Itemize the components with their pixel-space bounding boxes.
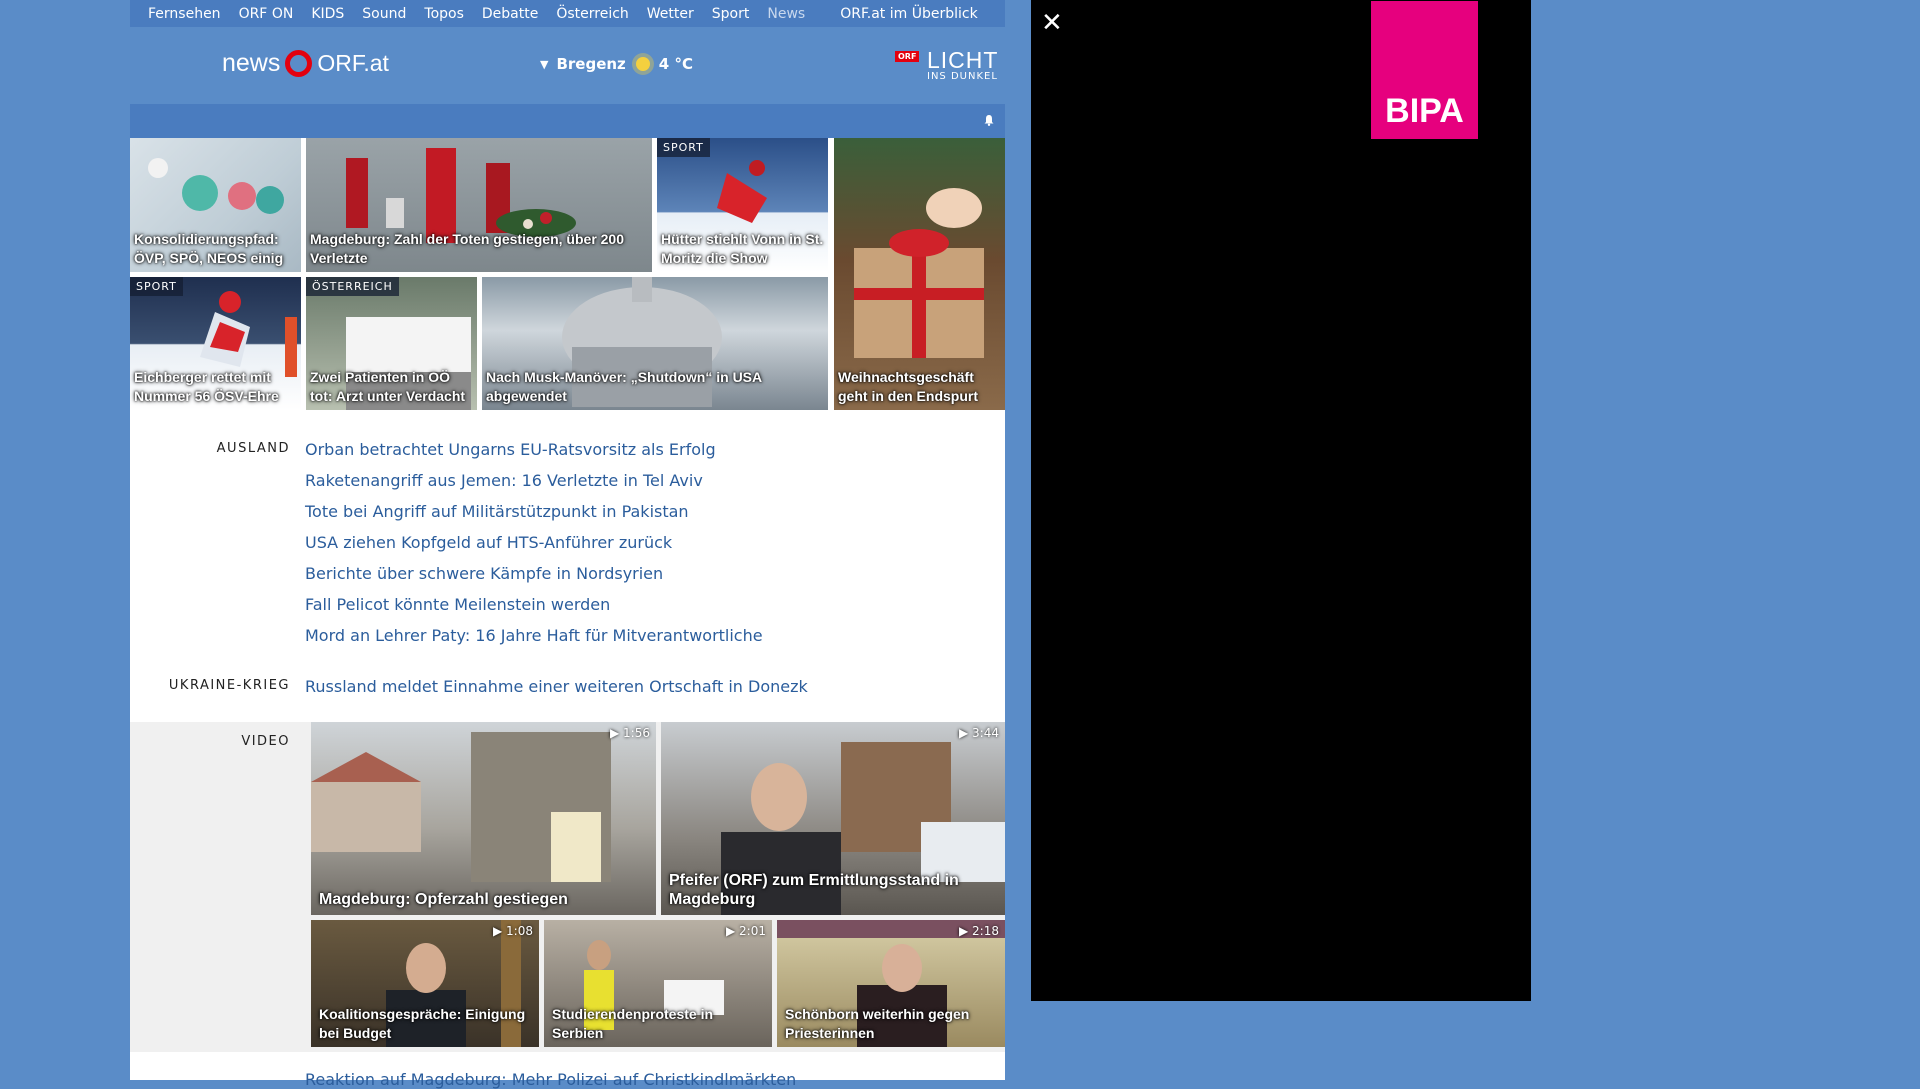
teaser-caption: Hütter stiehlt Vonn in St. Moritz die Sh… [661, 231, 824, 266]
licht-ins-dunkel-logo[interactable]: ORF LICHT INS DUNKEL [895, 47, 1005, 87]
video-caption: Studierendenproteste in Serbien [552, 1006, 714, 1041]
teaser-tile[interactable]: SPORT Eichberger rettet mit Nummer 56 ÖS… [130, 277, 301, 410]
teaser-tile[interactable]: Weihnachtsgeschäft geht in den Endspurt [834, 138, 1005, 410]
weather-temperature: 4 °C [658, 55, 693, 73]
site-header: news ORF.at ▼ Bregenz 4 °C ORF LICHT INS… [130, 27, 1005, 104]
teaser-caption: Weihnachtsgeschäft geht in den Endspurt [838, 369, 978, 404]
video-duration: ▶ 2:01 [726, 924, 766, 938]
ausland-links: Orban betrachtet Ungarns EU-Ratsvorsitz … [305, 434, 763, 651]
logo-orf-text: ORF.at [317, 50, 389, 76]
section-label-ausland: AUSLAND [216, 441, 290, 456]
news-orf-logo[interactable]: news ORF.at [222, 49, 389, 78]
news-link[interactable]: Fall Pelicot könnte Meilenstein werden [305, 589, 763, 620]
news-link[interactable]: Raketenangriff aus Jemen: 16 Verletzte i… [305, 465, 763, 496]
category-tag: SPORT [657, 138, 710, 157]
teaser-tile[interactable]: Nach Musk-Manöver: „Shutdown“ in USA abg… [482, 277, 828, 410]
news-link[interactable]: Russland meldet Einnahme einer weiteren … [305, 671, 808, 702]
video-duration: ▶ 2:18 [959, 924, 999, 938]
video-duration: ▶ 1:08 [493, 924, 533, 938]
logo-news-text: news [222, 49, 281, 77]
close-icon[interactable]: ✕ [1041, 8, 1063, 38]
orf-page: Fernsehen ORF ON KIDS Sound Topos Debatt… [130, 0, 1005, 1089]
top-navigation: Fernsehen ORF ON KIDS Sound Topos Debatt… [130, 0, 1005, 27]
video-duration: ▶ 3:44 [959, 726, 999, 740]
video-caption: Magdeburg: Opferzahl gestiegen [319, 891, 568, 908]
category-tag: ÖSTERREICH [306, 277, 399, 296]
teaser-caption: Zwei Patienten in OÖ tot: Arzt unter Ver… [310, 369, 466, 404]
video-tile[interactable]: ▶ 2:18 Schönborn weiterhin gegen Prieste… [777, 920, 1005, 1047]
orf-ring-icon [285, 50, 313, 77]
video-duration: ▶ 1:56 [610, 726, 650, 740]
bell-icon[interactable] [983, 114, 995, 126]
nav-item-orf-on[interactable]: ORF ON [239, 6, 294, 22]
news-link[interactable]: Orban betrachtet Ungarns EU-Ratsvorsitz … [305, 434, 763, 465]
news-link[interactable]: Tote bei Angriff auf Militärstützpunkt i… [305, 496, 763, 527]
news-link[interactable]: USA ziehen Kopfgeld auf HTS-Anführer zur… [305, 527, 763, 558]
nav-item-debatte[interactable]: Debatte [482, 6, 538, 22]
nav-item-wetter[interactable]: Wetter [647, 6, 694, 22]
nav-item-kids[interactable]: KIDS [311, 6, 344, 22]
ins-dunkel-text: INS DUNKEL [927, 71, 998, 82]
teaser-caption: Konsolidierungspfad: ÖVP, SPÖ, NEOS eini… [134, 231, 284, 266]
video-caption: Pfeifer (ORF) zum Ermittlungsstand in Ma… [669, 872, 959, 908]
video-tile[interactable]: ▶ 2:01 Studierendenproteste in Serbien [544, 920, 772, 1047]
news-link[interactable]: Berichte über schwere Kämpfe in Nordsyri… [305, 558, 763, 589]
section-label-video: VIDEO [241, 734, 290, 749]
video-tile[interactable]: ▶ 1:08 Koalitionsgespräche: Einigung bei… [311, 920, 539, 1047]
teaser-tile[interactable]: Magdeburg: Zahl der Toten gestiegen, übe… [306, 138, 652, 272]
advertisement-panel: ✕ BIPA [1031, 0, 1531, 1001]
weather-widget[interactable]: ▼ Bregenz 4 °C [540, 55, 693, 73]
teaser-tile[interactable]: Konsolidierungspfad: ÖVP, SPÖ, NEOS eini… [130, 138, 301, 272]
category-tag: SPORT [130, 277, 183, 296]
video-thumbnail [311, 732, 611, 882]
video-caption: Koalitionsgespräche: Einigung bei Budget [319, 1006, 526, 1041]
video-tile[interactable]: ▶ 1:56 Magdeburg: Opferzahl gestiegen [311, 722, 656, 915]
teaser-caption: Nach Musk-Manöver: „Shutdown“ in USA abg… [486, 369, 762, 404]
teaser-caption: Magdeburg: Zahl der Toten gestiegen, übe… [310, 231, 625, 266]
ukraine-links: Russland meldet Einnahme einer weiteren … [305, 671, 808, 702]
teaser-caption: Eichberger rettet mit Nummer 56 ÖSV-Ehre [134, 369, 279, 404]
news-link[interactable]: Mord an Lehrer Paty: 16 Jahre Haft für M… [305, 620, 763, 651]
nav-item-oesterreich[interactable]: Österreich [556, 6, 628, 22]
nav-item-fernsehen[interactable]: Fernsehen [148, 6, 221, 22]
nav-item-sport[interactable]: Sport [712, 6, 750, 22]
nav-item-news[interactable]: News [767, 6, 805, 22]
weather-location: Bregenz [556, 55, 626, 73]
video-caption: Schönborn weiterhin gegen Priesterinnen [785, 1006, 970, 1041]
section-label-ukraine: UKRAINE-KRIEG [168, 678, 290, 693]
main-content: Konsolidierungspfad: ÖVP, SPÖ, NEOS eini… [130, 138, 1005, 1089]
bipa-logo[interactable]: BIPA [1371, 1, 1478, 139]
sun-icon [635, 57, 650, 71]
video-tile[interactable]: ▶ 3:44 Pfeifer (ORF) zum Ermittlungsstan… [661, 722, 1005, 915]
dropdown-triangle-icon: ▼ [540, 57, 549, 71]
nav-item-topos[interactable]: Topos [424, 6, 463, 22]
nav-item-sound[interactable]: Sound [362, 6, 406, 22]
licht-text: LICHT [927, 47, 999, 73]
teaser-tile[interactable]: ÖSTERREICH Zwei Patienten in OÖ tot: Arz… [306, 277, 477, 410]
teaser-tile[interactable]: SPORT Hütter stiehlt Vonn in St. Moritz … [657, 138, 828, 272]
video-section: VIDEO ▶ 1:56 Magdeburg: Opferzahl gestie… [130, 722, 1005, 1052]
orf-badge: ORF [895, 51, 920, 62]
nav-overview-link[interactable]: ORF.at im Überblick [840, 6, 977, 22]
sub-header-bar [130, 104, 1005, 138]
